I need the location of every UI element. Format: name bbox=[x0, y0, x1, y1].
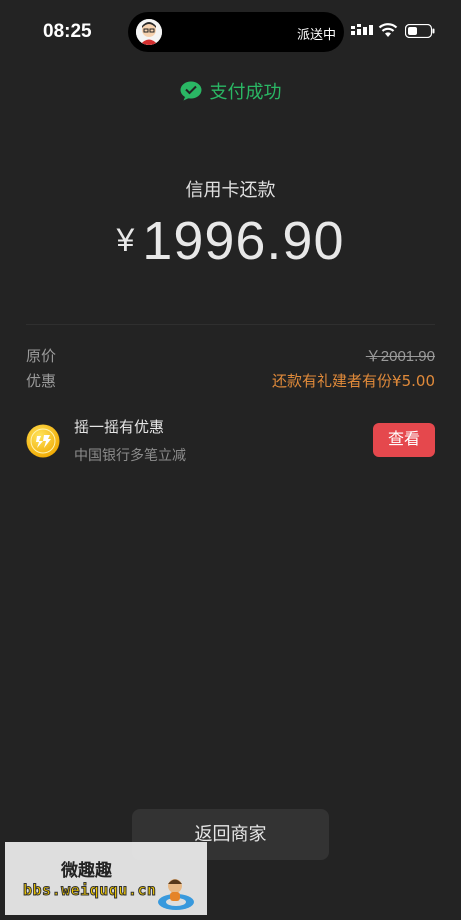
original-price-row: 原价 ￥2001.90 bbox=[26, 345, 435, 367]
amount-value: 1996.90 bbox=[142, 211, 345, 271]
discount-label: 优惠 bbox=[26, 372, 57, 390]
merchant-name: 信用卡还款 bbox=[185, 180, 276, 201]
gold-coin-icon bbox=[26, 424, 60, 458]
wifi-icon bbox=[378, 23, 398, 37]
discount-row: 优惠 还款有礼建者有份¥5.00 bbox=[26, 370, 435, 392]
view-button[interactable]: 查看 bbox=[373, 423, 435, 457]
promo-title: 摇一摇有优惠 bbox=[74, 418, 165, 436]
status-time: 08:25 bbox=[43, 21, 92, 42]
mascot-icon bbox=[158, 879, 194, 910]
original-price-value: ￥2001.90 bbox=[365, 348, 435, 365]
pay-status-text: 支付成功 bbox=[209, 82, 282, 103]
island-status-text: 派送中 bbox=[297, 28, 337, 43]
avatar-icon bbox=[136, 19, 162, 45]
payment-amount: ¥1996.90 bbox=[0, 210, 461, 272]
promo-card: 摇一摇有优惠 中国银行多笔立减 查看 bbox=[26, 412, 435, 468]
watermark-url: bbs.weiququ.cn bbox=[22, 881, 157, 900]
battery-icon bbox=[405, 24, 435, 38]
watermark: 微趣趣 bbs.weiququ.cn bbox=[5, 842, 207, 915]
dynamic-island[interactable]: 派送中 bbox=[128, 12, 344, 52]
original-price-label: 原价 bbox=[26, 347, 57, 365]
currency-symbol: ¥ bbox=[116, 222, 135, 258]
status-bar: 08:25 派送中 bbox=[0, 0, 461, 62]
pay-success-header: 支付成功 bbox=[0, 78, 461, 104]
watermark-title: 微趣趣 bbox=[61, 861, 112, 881]
discount-value: 还款有礼建者有份¥5.00 bbox=[272, 372, 435, 390]
signal-icon bbox=[351, 24, 373, 35]
divider bbox=[26, 324, 435, 325]
promo-subtitle: 中国银行多笔立减 bbox=[74, 448, 186, 464]
wechat-pay-icon bbox=[180, 81, 201, 101]
